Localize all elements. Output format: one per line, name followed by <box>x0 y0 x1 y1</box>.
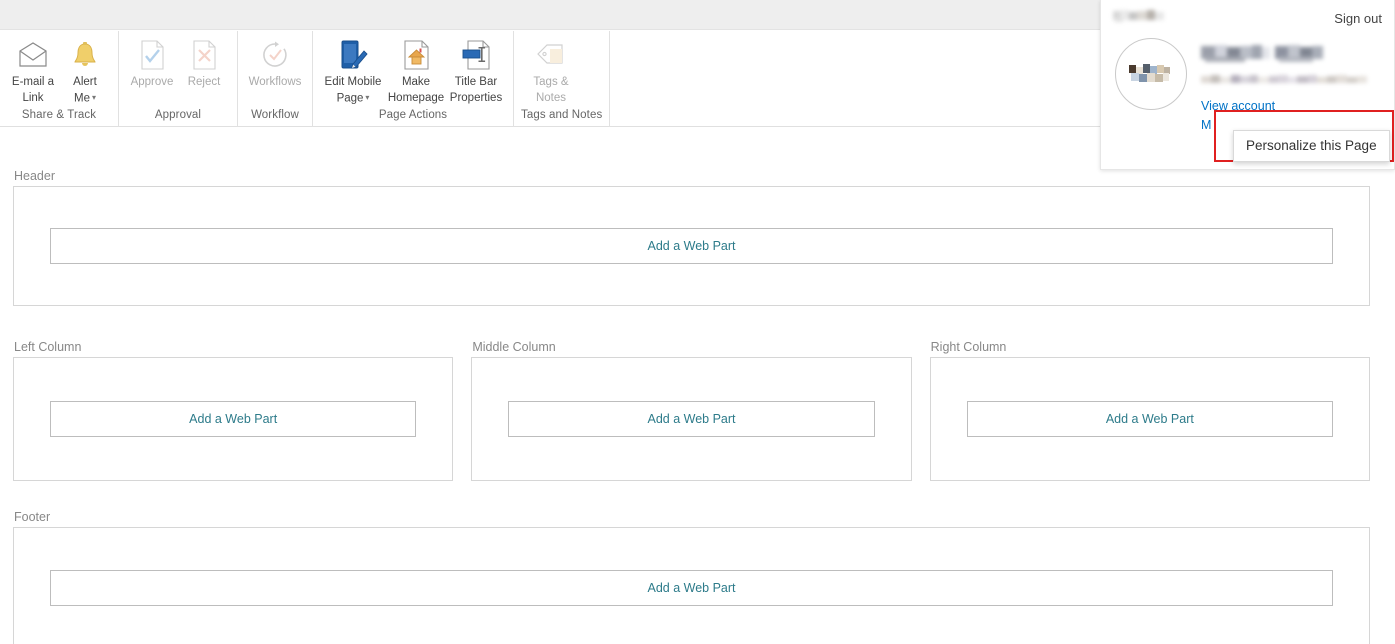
ribbon-group-label-workflow: Workflow <box>251 109 299 121</box>
ribbon-group-label-share-track: Share & Track <box>21 109 97 121</box>
approve-label: Approve <box>130 76 174 88</box>
account-panel-body: View account M <box>1101 28 1394 135</box>
zone-header: Header Add a Web Part <box>13 169 1370 306</box>
ribbon-group-label-page-actions: Page Actions <box>378 109 448 121</box>
menu-item-personalize-this-page[interactable]: Personalize this Page <box>1246 137 1377 155</box>
email-a-link-label-2: Link <box>22 91 44 104</box>
workflows-label: Workflows <box>248 76 302 88</box>
tags-and-notes-label-2: Notes <box>535 91 567 104</box>
columns-container: Left Column Add a Web Part Middle Column… <box>13 340 1370 481</box>
account-info: View account M <box>1201 38 1384 135</box>
user-name-redacted <box>1201 44 1384 69</box>
title-bar-properties-icon <box>460 37 492 73</box>
make-homepage-button[interactable]: Make Homepage <box>386 35 446 104</box>
zone-box-right-column: Add a Web Part <box>929 357 1370 481</box>
zone-middle-column: Middle Column Add a Web Part <box>471 340 912 481</box>
make-homepage-label-1: Make <box>401 76 431 88</box>
add-web-part-footer[interactable]: Add a Web Part <box>50 570 1333 606</box>
email-envelope-icon <box>17 37 49 73</box>
reject-button[interactable]: Reject <box>178 35 230 89</box>
account-panel-header: Sign out <box>1101 0 1394 28</box>
bell-alert-icon <box>70 37 100 73</box>
web-part-zones-canvas: Header Add a Web Part Left Column Add a … <box>0 128 1395 644</box>
title-bar-properties-button[interactable]: Title Bar Properties <box>446 35 506 104</box>
user-account-panel: Sign out View account M Personalize this… <box>1100 0 1395 170</box>
tenant-name-redacted <box>1113 9 1173 28</box>
workflow-circle-arrow-icon <box>260 37 290 73</box>
add-web-part-left-column[interactable]: Add a Web Part <box>50 401 417 437</box>
redacted-pixels <box>1201 45 1323 62</box>
sharepoint-edit-page: E-mail a Link Alert Me ▾ Share & Track A… <box>0 0 1395 644</box>
zone-label-right-column: Right Column <box>930 340 1007 354</box>
reject-cross-icon <box>190 37 218 73</box>
ribbon-group-tags-notes: Tags & Notes Tags and Notes <box>514 31 611 127</box>
tags-and-notes-button[interactable]: Tags & Notes <box>521 35 581 104</box>
avatar[interactable] <box>1115 38 1187 110</box>
make-homepage-label-2: Homepage <box>387 91 445 104</box>
edit-mobile-page-label-1: Edit Mobile <box>324 76 382 88</box>
add-web-part-middle-column[interactable]: Add a Web Part <box>508 401 875 437</box>
tag-notes-icon <box>535 37 567 73</box>
alert-me-label-1: Alert <box>73 76 97 88</box>
email-a-link-label-1: E-mail a <box>11 76 55 88</box>
reject-label: Reject <box>187 76 221 88</box>
zone-label-header: Header <box>14 169 55 183</box>
zone-pad-left-column: Add a Web Part <box>14 373 452 465</box>
email-a-link-button[interactable]: E-mail a Link <box>7 35 59 104</box>
zone-pad-middle-column: Add a Web Part <box>472 373 910 465</box>
edit-mobile-page-label-2: Page ▾ <box>336 91 370 105</box>
ribbon-group-page-actions: Edit Mobile Page ▾ Make Homepage Title B… <box>313 31 514 127</box>
zone-pad-right-column: Add a Web Part <box>931 373 1369 465</box>
title-bar-properties-label-2: Properties <box>449 91 503 104</box>
zone-columns-row: Left Column Add a Web Part Middle Column… <box>13 340 1370 481</box>
zone-pad-footer: Add a Web Part <box>14 542 1369 634</box>
ribbon-group-approval: Approve Reject Approval <box>119 31 238 127</box>
approve-checkmark-icon <box>138 37 166 73</box>
title-bar-properties-label-1: Title Bar <box>454 76 498 88</box>
approve-button[interactable]: Approve <box>126 35 178 89</box>
edit-mobile-page-icon <box>336 37 370 73</box>
redacted-pixels <box>1113 10 1164 22</box>
zone-box-middle-column: Add a Web Part <box>471 357 912 481</box>
ribbon-group-label-tags-notes: Tags and Notes <box>521 109 603 121</box>
zone-right-column: Right Column Add a Web Part <box>929 340 1370 481</box>
add-web-part-right-column[interactable]: Add a Web Part <box>966 401 1333 437</box>
zone-label-middle-column: Middle Column <box>472 340 556 354</box>
zone-footer: Footer Add a Web Part <box>13 510 1370 644</box>
avatar-redacted-pixels <box>1129 64 1170 82</box>
ribbon-group-share-track: E-mail a Link Alert Me ▾ Share & Track <box>0 31 119 127</box>
ribbon-group-label-approval: Approval <box>154 109 202 121</box>
chevron-down-icon[interactable]: ▾ <box>365 92 369 105</box>
workflows-button[interactable]: Workflows <box>245 35 305 89</box>
suite-bar <box>0 0 1100 30</box>
zone-pad-header: Add a Web Part <box>14 200 1369 292</box>
zone-box-header: Add a Web Part <box>13 186 1370 306</box>
zone-box-footer: Add a Web Part <box>13 527 1370 644</box>
add-web-part-header[interactable]: Add a Web Part <box>50 228 1333 264</box>
alert-me-button[interactable]: Alert Me ▾ <box>59 35 111 104</box>
redacted-pixels <box>1201 75 1367 83</box>
zone-left-column: Left Column Add a Web Part <box>13 340 454 481</box>
user-email-redacted <box>1201 73 1384 91</box>
alert-me-label-2: Me ▾ <box>74 91 96 105</box>
edit-mobile-page-button[interactable]: Edit Mobile Page ▾ <box>320 35 386 104</box>
tags-and-notes-label-1: Tags & <box>533 76 569 88</box>
make-homepage-icon <box>401 37 431 73</box>
view-account-link[interactable]: View account <box>1201 97 1384 116</box>
chevron-down-icon[interactable]: ▾ <box>92 92 96 105</box>
zone-label-left-column: Left Column <box>14 340 82 354</box>
ribbon-group-workflow: Workflows Workflow <box>238 31 313 127</box>
sign-out-link[interactable]: Sign out <box>1334 11 1382 26</box>
zone-box-left-column: Add a Web Part <box>13 357 454 481</box>
zone-label-footer: Footer <box>14 510 51 524</box>
context-menu: Personalize this Page <box>1233 130 1390 162</box>
